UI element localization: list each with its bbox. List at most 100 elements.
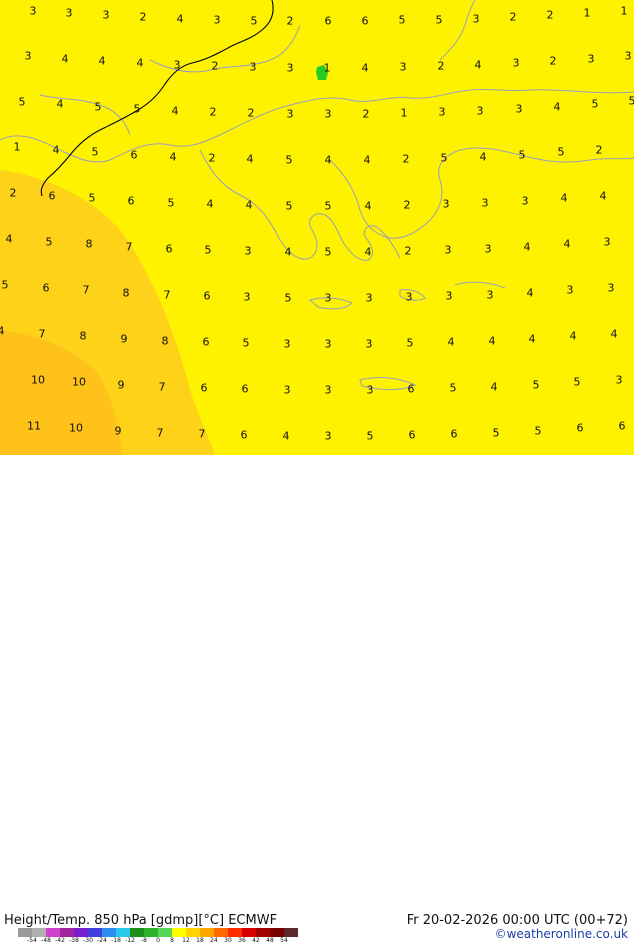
temp-value: 3 [325,339,332,350]
temp-value: 5 [92,147,99,158]
temp-value: 4 [527,288,534,299]
temp-value: 8 [162,336,169,347]
scale-tick-label: -48 [41,938,51,944]
temp-value: 4 [365,201,372,212]
scale-swatch [116,928,130,937]
scale-swatch [200,928,214,937]
scale-swatch [60,928,74,937]
temp-value: 4 [362,63,369,74]
credit-link[interactable]: ©weatheronline.co.uk [495,927,628,941]
temp-value: 3 [477,106,484,117]
temp-value: 4 [475,60,482,71]
temp-value: 3 [473,14,480,25]
scale-swatch [32,928,46,937]
weather-map: 3 3 3 2 4 3 5 2 6 6 5 5 3 2 2 1 1 3 4 4 4 3 2 3 3 1 4 3 2 4 3 2 3 3 5 4 5 5 4 2… [0,0,634,455]
temp-value: 5 [205,245,212,256]
temp-value: 3 [325,109,332,120]
temp-value: 4 [57,99,64,110]
temp-value: 3 [443,199,450,210]
temp-value: 5 [286,201,293,212]
temp-value: 4 [491,382,498,393]
temp-value: 2 [510,12,517,23]
temp-value: 1 [324,63,331,74]
scale-swatch [144,928,158,937]
scale-swatch [214,928,228,937]
temp-value: 2 [140,12,147,23]
temp-value: 3 [325,431,332,442]
scale-tick-label: 12 [182,938,190,944]
temp-value: 1 [584,8,591,19]
temp-value: 5 [325,201,332,212]
temp-value: 2 [404,200,411,211]
temp-value: 2 [363,109,370,120]
temp-value: 4 [172,106,179,117]
temp-value: 3 [485,244,492,255]
temp-value: 3 [250,62,257,73]
temp-value: 3 [487,290,494,301]
temp-value: 5 [450,383,457,394]
scale-tick-label: -18 [111,938,121,944]
scale-tick-label: -38 [69,938,79,944]
temp-value: 6 [43,283,50,294]
product-label: Height/Temp. 850 hPa [gdmp][°C] ECMWF [4,913,277,928]
scale-swatch [74,928,88,937]
temp-value: 3 [367,385,374,396]
temp-value: 3 [214,15,221,26]
temp-value: 4 [448,337,455,348]
temp-value: 3 [567,285,574,296]
temp-value: 2 [209,153,216,164]
country-border [41,0,273,196]
temp-value: 5 [243,338,250,349]
temp-value: 6 [49,191,56,202]
scale-swatch [158,928,172,937]
temp-value: 4 [600,191,607,202]
temp-value: 4 [247,154,254,165]
temp-value: 4 [611,329,618,340]
temp-value: 4 [137,58,144,69]
temp-value: 5 [399,15,406,26]
scale-tick-label: 36 [238,938,246,944]
temp-value: 5 [574,377,581,388]
temp-value: 4 [524,242,531,253]
temp-value: 6 [409,430,416,441]
temp-value: 3 [366,339,373,350]
temp-value: 3 [400,62,407,73]
temp-value: 2 [405,246,412,257]
temp-value: 1 [14,142,21,153]
temp-value: 3 [513,58,520,69]
map-footer: Height/Temp. 850 hPa [gdmp][°C] ECMWF Fr… [0,455,634,490]
temp-value: 5 [95,102,102,113]
temp-value: 2 [403,154,410,165]
temp-value: 10 [31,375,45,386]
temp-value: 3 [325,385,332,396]
temp-value: 5 [535,426,542,437]
temp-value: 4 [283,431,290,442]
temp-value: 6 [131,150,138,161]
temp-value: 2 [248,108,255,119]
temp-value: 2 [550,56,557,67]
temp-value: 6 [362,16,369,27]
temp-value: 3 [608,283,615,294]
temp-value: 5 [519,150,526,161]
color-scale [18,928,298,937]
temp-value: 3 [25,51,32,62]
scale-tick-label: 0 [156,938,160,944]
temp-value: 2 [210,107,217,118]
temp-value: 6 [203,337,210,348]
temp-value: 6 [408,384,415,395]
temp-value: 5 [407,338,414,349]
temp-value: 9 [118,380,125,391]
temp-value: 3 [287,109,294,120]
temp-value: 6 [325,16,332,27]
temp-value: 5 [436,15,443,26]
scale-swatch [46,928,60,937]
temp-value: 4 [177,14,184,25]
scale-swatch [130,928,144,937]
temp-value: 3 [103,10,110,21]
temp-value: 5 [286,155,293,166]
temp-value: 7 [164,290,171,301]
temp-value: 6 [241,430,248,441]
temp-value: 5 [558,147,565,158]
temp-value: 4 [207,199,214,210]
temp-value: 2 [10,188,17,199]
